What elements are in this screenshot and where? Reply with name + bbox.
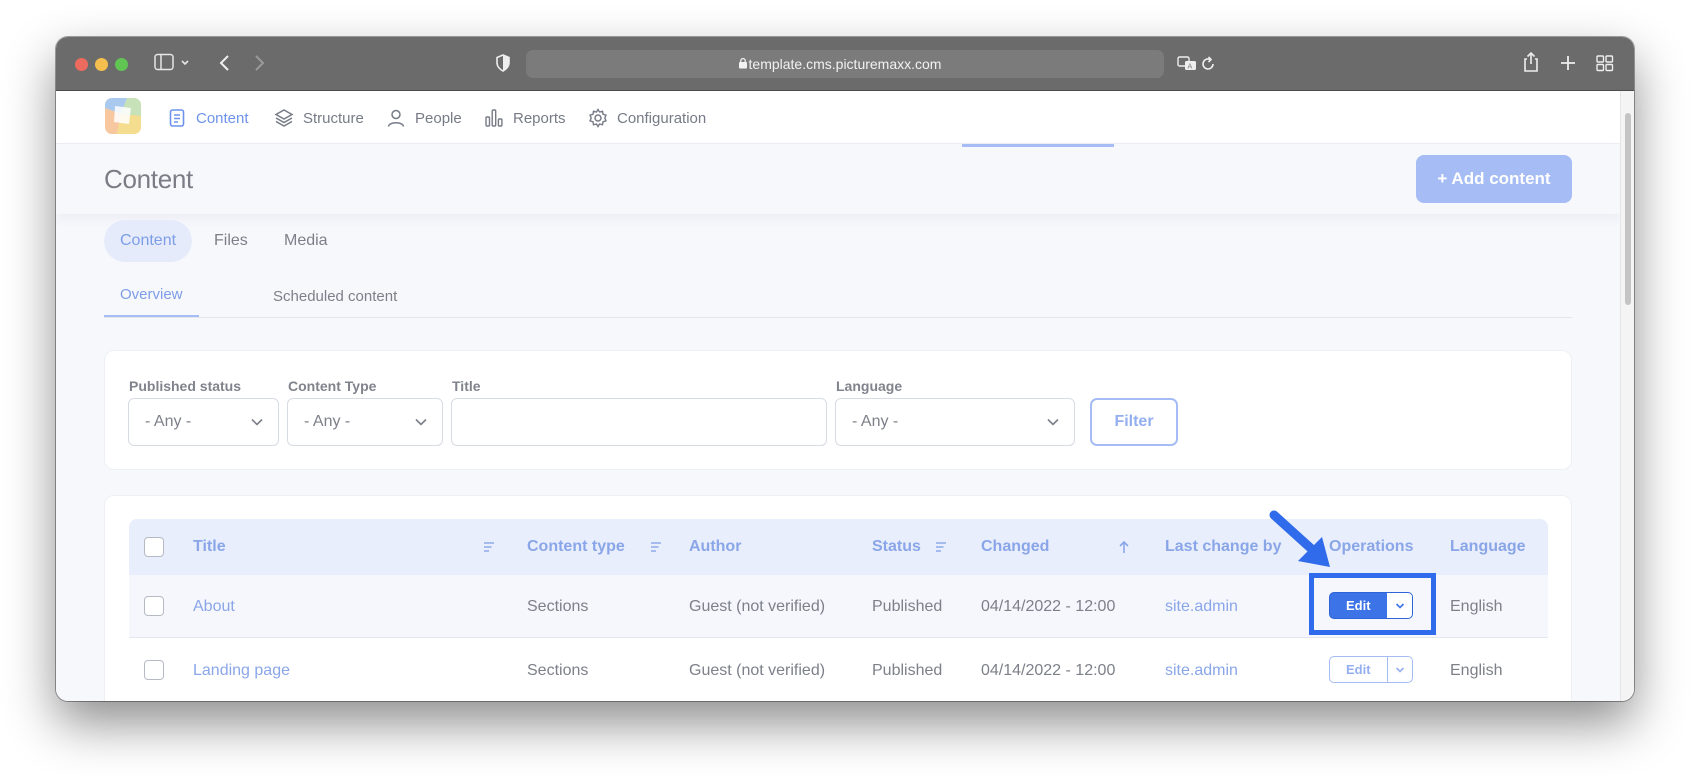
annotation-arrow-icon — [1269, 510, 1330, 567]
layers-icon — [274, 109, 294, 127]
nav-content[interactable]: Content — [167, 92, 249, 144]
browser-toolbar: template.cms.picturemaxx.com A — [56, 37, 1634, 91]
filter-button[interactable]: Filter — [1090, 398, 1178, 446]
scrollbar-thumb[interactable] — [1625, 113, 1631, 305]
chevron-down-icon — [1047, 418, 1059, 426]
row-status: Published — [872, 597, 943, 615]
language-select[interactable]: - Any - — [835, 398, 1075, 446]
site-logo[interactable] — [105, 98, 141, 134]
content-type-label: Content Type — [288, 378, 377, 394]
header-last-change-by[interactable]: Last change by — [1165, 519, 1281, 575]
row-language: English — [1450, 661, 1503, 679]
row-last-change-by-link[interactable]: site.admin — [1165, 639, 1238, 701]
person-icon — [387, 109, 405, 127]
translate-icon[interactable]: A — [1177, 54, 1197, 77]
row-status: Published — [872, 661, 943, 679]
header-status[interactable]: Status — [872, 519, 921, 575]
row-last-change-by-link[interactable]: site.admin — [1165, 575, 1238, 638]
url-text: template.cms.picturemaxx.com — [748, 56, 942, 72]
nav-reports[interactable]: Reports — [484, 92, 566, 144]
annotation-highlight-box — [1309, 573, 1436, 635]
top-navigation: Content Structure People Reports Configu… — [56, 92, 1620, 144]
new-tab-icon[interactable] — [1560, 53, 1576, 78]
row-language: English — [1450, 597, 1503, 615]
chevron-down-icon — [1395, 666, 1404, 673]
tab-content[interactable]: Content — [104, 220, 193, 262]
edit-button[interactable]: Edit — [1330, 657, 1387, 682]
nav-configuration-label: Configuration — [617, 109, 707, 127]
bar-chart-icon — [485, 109, 503, 127]
filter-panel: Published status - Any - Content Type - … — [104, 350, 1572, 470]
published-status-select[interactable]: - Any - — [128, 398, 279, 446]
published-status-label: Published status — [129, 378, 242, 394]
nav-content-label: Content — [196, 109, 249, 127]
subtab-divider — [104, 317, 1572, 318]
subtab-scheduled-content[interactable]: Scheduled content — [257, 274, 413, 318]
edit-button-group: Edit — [1329, 656, 1413, 683]
subtab-overview[interactable]: Overview — [104, 274, 199, 318]
language-value: - Any - — [852, 413, 899, 430]
document-icon — [169, 109, 185, 127]
shield-icon[interactable] — [495, 53, 511, 78]
tab-overview-icon[interactable] — [1596, 53, 1614, 78]
zoom-window-button[interactable] — [115, 58, 128, 71]
header-content-type[interactable]: Content type — [527, 519, 625, 575]
content-type-select[interactable]: - Any - — [287, 398, 443, 446]
row-content-type: Sections — [527, 661, 589, 679]
svg-text:A: A — [1188, 63, 1193, 71]
chevron-down-icon — [251, 418, 263, 426]
row-changed: 04/14/2022 - 12:00 — [981, 597, 1116, 615]
nav-reports-label: Reports — [513, 109, 566, 127]
language-filter-label: Language — [836, 378, 903, 394]
reload-icon[interactable] — [1200, 55, 1216, 78]
share-icon[interactable] — [1522, 51, 1540, 78]
published-status-value: - Any - — [145, 413, 192, 430]
back-icon[interactable] — [218, 53, 232, 78]
sorted-column-indicator — [962, 144, 1114, 147]
tab-media[interactable]: Media — [268, 220, 344, 262]
tab-files[interactable]: Files — [198, 220, 264, 262]
page-scrollbar[interactable] — [1620, 91, 1634, 701]
minimize-window-button[interactable] — [95, 58, 108, 71]
row-title-link[interactable]: Landing page — [193, 639, 290, 701]
sort-lines-icon[interactable] — [935, 541, 947, 553]
nav-structure-label: Structure — [303, 109, 364, 127]
sidebar-icon[interactable] — [154, 53, 174, 76]
nav-configuration[interactable]: Configuration — [588, 92, 706, 144]
row-author: Guest (not verified) — [689, 661, 826, 679]
forward-icon[interactable] — [252, 53, 266, 78]
chevron-down-icon — [415, 418, 427, 426]
header-operations: Operations — [1329, 538, 1414, 555]
page-header: Content + Add content — [56, 144, 1620, 214]
nav-structure[interactable]: Structure — [274, 92, 364, 144]
content-type-value: - Any - — [304, 413, 351, 430]
header-language[interactable]: Language — [1450, 519, 1526, 575]
arrow-up-icon[interactable] — [1118, 540, 1130, 554]
nav-people-label: People — [415, 109, 462, 127]
sort-lines-icon[interactable] — [483, 541, 495, 553]
header-changed[interactable]: Changed — [981, 519, 1049, 575]
row-title-link[interactable]: About — [193, 575, 235, 638]
header-author[interactable]: Author — [689, 519, 741, 575]
header-title[interactable]: Title — [193, 519, 226, 575]
address-bar[interactable]: template.cms.picturemaxx.com A — [526, 50, 1214, 78]
row-changed: 04/14/2022 - 12:00 — [981, 661, 1116, 679]
operations-dropdown-toggle[interactable] — [1386, 657, 1412, 682]
row-content-type: Sections — [527, 597, 589, 615]
chevron-down-icon[interactable] — [180, 54, 190, 77]
sort-lines-icon[interactable] — [650, 541, 662, 553]
add-content-button[interactable]: + Add content — [1416, 155, 1572, 203]
row-checkbox[interactable] — [144, 660, 164, 680]
title-filter-label: Title — [452, 378, 481, 394]
table-row: Landing page Sections Guest (not verifie… — [129, 639, 1548, 701]
row-author: Guest (not verified) — [689, 597, 826, 615]
close-window-button[interactable] — [75, 58, 88, 71]
title-filter-input[interactable] — [451, 398, 827, 446]
nav-people[interactable]: People — [386, 92, 462, 144]
gear-icon — [589, 108, 607, 128]
row-checkbox[interactable] — [144, 596, 164, 616]
page-title: Content — [104, 164, 193, 194]
select-all-checkbox[interactable] — [144, 537, 164, 557]
